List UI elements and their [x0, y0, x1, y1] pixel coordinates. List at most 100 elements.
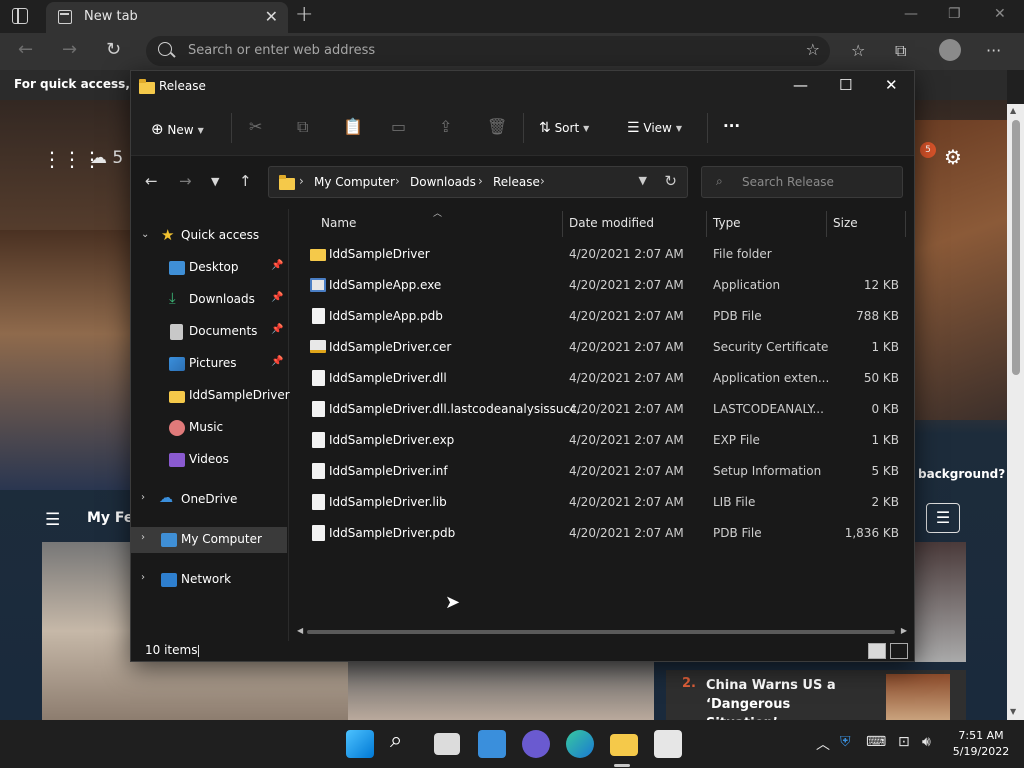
table-row[interactable]: IddSampleDriver.exp 4/20/2021 2:07 AM EXP …	[305, 426, 905, 454]
scroll-down-icon[interactable]: ▼	[1010, 707, 1016, 716]
rename-icon[interactable]: ▭	[391, 117, 406, 136]
expand-chevron-icon[interactable]: ›	[141, 572, 145, 583]
settings-more-icon[interactable]: ···	[986, 41, 1001, 60]
start-windows-icon[interactable]	[346, 730, 374, 758]
scroll-left-icon[interactable]: ◀	[297, 626, 303, 635]
nav-item-pictures[interactable]: Pictures 📌	[131, 351, 287, 377]
column-header-type[interactable]: Type	[713, 216, 741, 230]
horizontal-scrollbar-thumb[interactable]	[307, 630, 895, 634]
table-row[interactable]: IddSampleDriver.dll.lastcodeanalysissucc…	[305, 395, 905, 423]
nav-item-quick-access[interactable]: ⌄ ★ Quick access	[131, 223, 287, 249]
network-status-icon[interactable]: ⊡	[898, 734, 910, 750]
column-header-date[interactable]: Date modified	[569, 216, 654, 230]
table-row[interactable]: IddSampleDriver.pdb 4/20/2021 2:07 AM PDB …	[305, 519, 905, 547]
expand-chevron-icon[interactable]: ›	[141, 492, 145, 503]
page-settings-icon[interactable]: ⚙	[944, 145, 962, 169]
nav-item-iddsampledriver[interactable]: IddSampleDriver	[131, 383, 290, 409]
more-options-icon[interactable]: ···	[723, 117, 740, 135]
horizontal-scrollbar[interactable]: ◀ ▶	[297, 626, 907, 635]
breadcrumb-chevron-icon[interactable]: ›	[299, 174, 304, 188]
tab-close-icon[interactable]: ✕	[265, 7, 278, 26]
notification-badge[interactable]: 5	[920, 142, 936, 158]
maximize-icon[interactable]: ☐	[839, 76, 852, 94]
nav-item-network[interactable]: › Network	[131, 567, 287, 593]
table-row[interactable]: IddSampleApp.pdb 4/20/2021 2:07 AM PDB Fil…	[305, 302, 905, 330]
breadcrumb-downloads[interactable]: Downloads	[410, 175, 476, 189]
column-separator[interactable]	[826, 211, 827, 237]
browser-minimize-icon[interactable]: —	[904, 6, 918, 22]
delete-icon[interactable]: 🗑	[487, 117, 507, 136]
table-row[interactable]: IddSampleDriver.lib 4/20/2021 2:07 AM LIB …	[305, 488, 905, 516]
my-feed-tab[interactable]: My Fe	[87, 510, 133, 526]
layout-list-icon[interactable]: ☰	[926, 503, 960, 533]
up-arrow-icon[interactable]: ↑	[239, 172, 252, 190]
new-tab-plus-icon[interactable]: +	[295, 2, 313, 27]
edge-browser-icon[interactable]	[566, 730, 594, 758]
tab-actions-icon[interactable]	[12, 8, 28, 24]
weather-cloud-icon[interactable]: ☁ 5	[90, 148, 123, 168]
teams-chat-icon[interactable]	[522, 730, 550, 758]
breadcrumb-my-computer[interactable]: My Computer	[314, 175, 395, 189]
table-row[interactable]: IddSampleDriver.cer 4/20/2021 2:07 AM Secu…	[305, 333, 905, 361]
nav-item-videos[interactable]: Videos	[131, 447, 287, 473]
refresh-icon[interactable]: ↻	[106, 39, 121, 60]
column-header-size[interactable]: Size	[833, 216, 858, 230]
profile-avatar[interactable]	[939, 39, 961, 61]
back-arrow-icon[interactable]: ←	[145, 172, 158, 190]
nav-item-downloads[interactable]: ⤓ Downloads 📌	[131, 287, 287, 313]
forward-arrow-icon[interactable]: →	[62, 39, 77, 60]
add-favorite-icon[interactable]: ☆	[806, 40, 820, 59]
details-view-icon[interactable]	[868, 643, 886, 659]
file-explorer-icon[interactable]	[610, 734, 638, 756]
table-row[interactable]: IddSampleDriver 4/20/2021 2:07 AM File fol…	[305, 240, 905, 268]
recent-locations-chevron-icon[interactable]: ▼	[211, 175, 219, 188]
sort-button[interactable]: ⇅ Sort ▼	[539, 120, 589, 136]
expand-chevron-icon[interactable]: ›	[141, 532, 145, 543]
favorites-icon[interactable]: ☆	[851, 41, 865, 60]
search-box[interactable]: ⌕ Search Release	[701, 166, 903, 198]
close-icon[interactable]: ✕	[885, 76, 898, 94]
task-view-icon[interactable]	[434, 733, 460, 755]
security-shield-icon[interactable]: ⛨	[840, 734, 851, 750]
table-row[interactable]: IddSampleApp.exe 4/20/2021 2:07 AM Applica…	[305, 271, 905, 299]
refresh-icon[interactable]: ↻	[664, 172, 677, 190]
system-clock[interactable]: 7:51 AM 5/19/2022	[946, 728, 1016, 760]
feed-menu-icon[interactable]: ☰	[45, 510, 60, 530]
expand-chevron-icon[interactable]: ⌄	[141, 229, 149, 240]
news-side-thumbnail[interactable]	[914, 542, 966, 662]
table-row[interactable]: IddSampleDriver.dll 4/20/2021 2:07 AM Appl…	[305, 364, 905, 392]
minimize-icon[interactable]: —	[793, 76, 808, 94]
new-button[interactable]: ⊕ New ▼	[151, 120, 204, 138]
forward-arrow-icon[interactable]: →	[179, 172, 192, 190]
nav-item-onedrive[interactable]: › ☁ OneDrive	[131, 487, 287, 513]
breadcrumb-chevron-icon[interactable]: ›	[478, 174, 483, 188]
nav-item-my-computer[interactable]: › My Computer	[131, 527, 287, 553]
breadcrumb-release[interactable]: Release	[493, 175, 540, 189]
breadcrumb-chevron-icon[interactable]: ›	[395, 174, 400, 188]
column-separator[interactable]	[905, 211, 906, 237]
view-button[interactable]: ☰ View ▼	[627, 120, 682, 136]
column-header-name[interactable]: Name	[321, 216, 356, 230]
column-separator[interactable]	[562, 211, 563, 237]
widgets-icon[interactable]	[478, 730, 506, 758]
breadcrumb-chevron-icon[interactable]: ›	[540, 174, 545, 188]
nav-item-music[interactable]: Music	[131, 415, 287, 441]
back-arrow-icon[interactable]: ←	[18, 39, 33, 60]
paste-icon[interactable]: 📋	[343, 117, 363, 136]
share-icon[interactable]: ⇪	[439, 117, 452, 136]
table-row[interactable]: IddSampleDriver.inf 4/20/2021 2:07 AM Setu…	[305, 457, 905, 485]
volume-icon[interactable]: 🔊︎	[922, 734, 931, 750]
breadcrumb-address-bar[interactable]: › My Computer › Downloads › Release › ▼ …	[268, 166, 688, 198]
nav-item-documents[interactable]: Documents 📌	[131, 319, 287, 345]
scroll-right-icon[interactable]: ▶	[901, 626, 907, 635]
nav-item-desktop[interactable]: Desktop 📌	[131, 255, 287, 281]
column-separator[interactable]	[706, 211, 707, 237]
news-card-image-2[interactable]	[348, 660, 654, 720]
news-list-item[interactable]: 2. China Warns US a ‘Dangerous Situation…	[666, 670, 966, 720]
address-bar[interactable]: Search or enter web address ☆	[146, 36, 830, 66]
keyboard-icon[interactable]: ⌨	[866, 734, 886, 750]
search-icon[interactable]: ⌕	[390, 728, 418, 756]
large-icons-view-icon[interactable]	[890, 643, 908, 659]
page-scrollbar-thumb[interactable]	[1012, 120, 1020, 375]
copy-icon[interactable]: ⧉	[297, 117, 308, 137]
